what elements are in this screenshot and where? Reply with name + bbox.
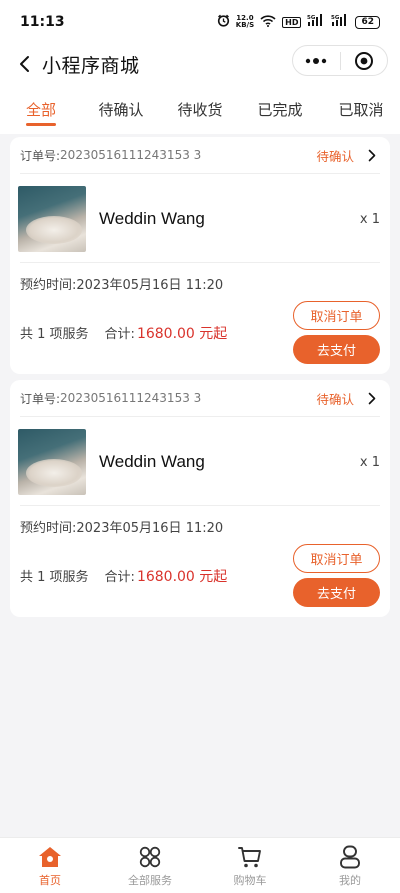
user-icon <box>337 844 363 870</box>
product-quantity: x 1 <box>359 454 380 470</box>
battery-indicator: 62 <box>355 15 380 29</box>
bottom-tab-home[interactable]: 首页 <box>0 838 100 893</box>
chevron-right-icon[interactable] <box>368 148 380 162</box>
tab-cancelled[interactable]: 已取消 <box>336 84 386 134</box>
bottom-tab-home-label: 首页 <box>39 874 61 887</box>
appointment-value: 2023年05月16日 11:20 <box>76 521 224 536</box>
svg-text:5G: 5G <box>307 15 316 21</box>
appointment-label: 预约时间: <box>20 521 77 536</box>
status-bar: 11:13 12.0 KB/S HD 5G 5G 62 <box>0 0 400 44</box>
status-icons: 12.0 KB/S HD 5G 5G 62 <box>217 14 380 30</box>
product-thumbnail <box>18 186 86 252</box>
order-card-header[interactable]: 订单号: 20230516111243153 3 待确认 <box>20 380 380 417</box>
order-number-label: 订单号: <box>20 148 61 163</box>
cancel-order-button[interactable]: 取消订单 <box>293 301 380 330</box>
bottom-tab-all-services[interactable]: 全部服务 <box>100 838 200 893</box>
pay-button[interactable]: 去支付 <box>293 578 380 607</box>
chevron-right-icon[interactable] <box>368 391 380 405</box>
product-name: Weddin Wang <box>99 209 205 228</box>
nav-bar: 小程序商城 <box>0 44 400 84</box>
page-title: 小程序商城 <box>42 54 140 77</box>
bottom-tab-mine-label: 我的 <box>339 874 361 887</box>
service-count: 共 1 项服务 <box>20 570 89 585</box>
close-miniprogram-icon[interactable] <box>340 46 387 75</box>
total-amount: 1680.00 元起 <box>136 326 228 342</box>
tab-completed-label: 已完成 <box>257 100 303 119</box>
product-row[interactable]: Weddin Wang x 1 <box>18 186 380 252</box>
order-number: 20230516111243153 3 <box>60 391 202 405</box>
svg-text:5G: 5G <box>331 15 340 21</box>
active-tab-underline <box>26 123 56 126</box>
bottom-tab-cart[interactable]: 购物车 <box>200 838 300 893</box>
order-number-label: 订单号: <box>20 391 61 406</box>
order-card: 订单号: 20230516111243153 3 待确认 Weddin Wang… <box>10 380 390 617</box>
back-arrow-icon[interactable] <box>14 54 34 74</box>
tab-all-label: 全部 <box>25 100 56 119</box>
tab-to-confirm[interactable]: 待确认 <box>96 84 146 134</box>
signal-icon-1: 5G <box>307 14 325 30</box>
appointment-time: 预约时间:2023年05月16日 11:20 <box>20 274 223 293</box>
grid-icon <box>137 844 163 870</box>
order-status: 待确认 <box>316 148 354 164</box>
order-status-tabs: 全部 待确认 待收货 已完成 已取消 <box>0 84 400 134</box>
tab-completed[interactable]: 已完成 <box>255 84 305 134</box>
total-amount: 1680.00 元起 <box>136 569 228 585</box>
network-speed: 12.0 KB/S <box>236 15 254 29</box>
bottom-tab-mine[interactable]: 我的 <box>300 838 400 893</box>
tab-to-receive-label: 待收货 <box>177 100 223 119</box>
order-card-header[interactable]: 订单号: 20230516111243153 3 待确认 <box>20 137 380 174</box>
tab-cancelled-label: 已取消 <box>338 100 384 119</box>
bottom-tab-cart-label: 购物车 <box>233 874 267 887</box>
product-row[interactable]: Weddin Wang x 1 <box>18 429 380 495</box>
alarm-icon <box>217 14 230 30</box>
tab-to-confirm-label: 待确认 <box>98 100 144 119</box>
total-label: 合计: <box>104 327 135 342</box>
total-label: 合计: <box>104 570 135 585</box>
divider <box>20 505 380 506</box>
wifi-icon <box>260 14 276 30</box>
service-count: 共 1 项服务 <box>20 327 89 342</box>
appointment-time: 预约时间:2023年05月16日 11:20 <box>20 517 223 536</box>
order-summary: 共 1 项服务 合计: 1680.00 元起 <box>20 566 227 586</box>
appointment-label: 预约时间: <box>20 278 77 293</box>
miniprogram-capsule <box>292 45 388 76</box>
hd-badge: HD <box>282 16 302 28</box>
speed-unit: KB/S <box>235 21 255 29</box>
cancel-order-button[interactable]: 取消订单 <box>293 544 380 573</box>
more-options-icon[interactable] <box>293 46 340 75</box>
cart-icon <box>237 844 263 870</box>
status-time: 11:13 <box>20 14 65 30</box>
product-thumbnail <box>18 429 86 495</box>
appointment-value: 2023年05月16日 11:20 <box>76 278 224 293</box>
bottom-tab-all-services-label: 全部服务 <box>128 874 172 887</box>
tab-to-receive[interactable]: 待收货 <box>175 84 225 134</box>
divider <box>20 262 380 263</box>
order-status: 待确认 <box>316 391 354 407</box>
product-name: Weddin Wang <box>99 452 205 471</box>
order-card: 订单号: 20230516111243153 3 待确认 Weddin Wang… <box>10 137 390 374</box>
product-quantity: x 1 <box>359 211 380 227</box>
bottom-tab-bar: 首页 全部服务 购物车 我的 <box>0 837 400 893</box>
pay-button[interactable]: 去支付 <box>293 335 380 364</box>
home-icon <box>37 844 63 870</box>
order-summary: 共 1 项服务 合计: 1680.00 元起 <box>20 323 227 343</box>
signal-icon-2: 5G <box>331 14 349 30</box>
tab-all[interactable]: 全部 <box>20 84 62 134</box>
order-number: 20230516111243153 3 <box>60 148 202 162</box>
